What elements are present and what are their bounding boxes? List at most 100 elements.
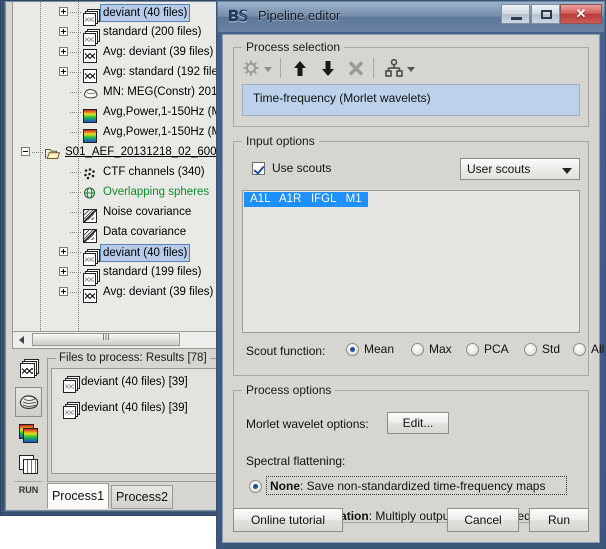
spectral-option-none-rest: : Save non-standardized time-frequency m… (300, 479, 545, 493)
tree-node[interactable]: deviant (40 files) (13, 2, 225, 22)
tree-node[interactable]: Data covariance (13, 222, 225, 242)
scrollbar-thumb[interactable] (32, 333, 180, 346)
tree-connector (70, 192, 81, 193)
tree-node[interactable]: deviant (40 files) (13, 242, 225, 262)
tree-node[interactable]: standard (200 files) (13, 22, 225, 42)
sidebar-item-matrix[interactable] (15, 449, 42, 479)
tab-process2[interactable]: Process2 (111, 485, 173, 509)
scout-function-radio-std[interactable] (524, 343, 537, 356)
tree-node[interactable]: CTF channels (340) (13, 162, 225, 182)
tree-connector (70, 212, 81, 213)
use-scouts-checkbox[interactable] (252, 162, 265, 175)
tree-node[interactable]: Overlapping spheres (13, 182, 225, 202)
main-window-client: deviant (40 files)standard (200 files)Av… (5, 1, 222, 511)
tree-connector (32, 152, 43, 153)
tree-node[interactable]: Avg: standard (192 files) (13, 62, 225, 82)
tree-connector (70, 92, 81, 93)
process-options-legend: Process options (242, 383, 335, 397)
tree-expander[interactable] (59, 267, 68, 276)
tree-connector (70, 252, 81, 253)
tree-node[interactable]: MN: MEG(Constr) 2016 (13, 82, 225, 102)
tree-node-label: CTF channels (340) (103, 162, 205, 182)
tree-connector (70, 172, 81, 173)
cortex-icon (83, 88, 99, 100)
scout-function-label-mean: Mean (364, 342, 394, 356)
scout-function-radio-max[interactable] (411, 343, 424, 356)
file-list-item-label: deviant (40 files) [39] (81, 376, 188, 388)
process-list[interactable]: Time-frequency (Morlet wavelets) (242, 84, 580, 116)
recording-icon (83, 287, 97, 301)
sidebar-item-sources[interactable] (15, 387, 42, 417)
run-button[interactable]: Run (529, 508, 589, 532)
tree-node[interactable]: Noise covariance (13, 202, 225, 222)
spectral-radio-none[interactable] (249, 480, 262, 493)
recordings-stack-icon (83, 247, 97, 261)
process-list-item[interactable]: Time-frequency (Morlet wavelets) (253, 91, 431, 105)
tree-expander[interactable] (59, 247, 68, 256)
database-tree[interactable]: deviant (40 files)standard (200 files)Av… (12, 2, 226, 332)
move-down-icon[interactable] (320, 60, 336, 82)
scouts-source-value: User scouts (467, 162, 530, 176)
pipeline-dropdown-caret-icon[interactable] (407, 67, 415, 72)
tab-process1[interactable]: Process1 (47, 483, 109, 509)
tree-connector (70, 272, 81, 273)
scout-function-radio-pca[interactable] (466, 343, 479, 356)
delete-x-icon[interactable] (347, 60, 365, 82)
toolbar-separator-2 (373, 58, 374, 78)
tree-node[interactable]: Avg: deviant (39 files) (13, 42, 225, 62)
tree-node-label: Overlapping spheres (103, 182, 209, 202)
minimize-button[interactable] (501, 4, 530, 24)
tree-expander[interactable] (59, 47, 68, 56)
recordings-stack-icon (83, 267, 97, 281)
scouts-list[interactable]: A1L A1R IFGL M1 (242, 190, 580, 333)
recording-icon (83, 67, 97, 81)
scouts-source-dropdown[interactable]: User scouts (460, 158, 580, 180)
maximize-button[interactable] (531, 4, 560, 24)
screen: deviant (40 files)standard (200 files)Av… (0, 0, 606, 549)
process-selection-group: Process selection (233, 47, 589, 127)
tree-expander[interactable] (59, 287, 68, 296)
sidebar-item-timefreq[interactable] (15, 418, 42, 448)
close-icon: ✕ (561, 6, 601, 22)
tree-node[interactable]: Avg,Power,1-150Hz (ME (13, 122, 225, 142)
use-scouts-label: Use scouts (272, 161, 331, 175)
run-label: RUN (12, 485, 45, 495)
tree-connector (70, 232, 81, 233)
tree-connector (70, 32, 81, 33)
tree-node-label: Avg: deviant (39 files) (103, 282, 213, 302)
scout-function-radio-mean[interactable] (346, 343, 359, 356)
tree-node[interactable]: Avg: deviant (39 files) (13, 282, 225, 302)
edit-button[interactable]: Edit... (387, 412, 449, 434)
online-tutorial-button[interactable]: Online tutorial (233, 508, 343, 532)
file-list-item[interactable]: deviant (40 files) [39] (52, 369, 226, 395)
tree-horizontal-scrollbar[interactable] (12, 332, 226, 349)
tree-expander[interactable] (59, 67, 68, 76)
cancel-button[interactable]: Cancel (447, 508, 519, 532)
scroll-left-arrow-icon[interactable] (14, 333, 28, 346)
file-list-item[interactable]: deviant (40 files) [39] (52, 395, 226, 421)
gear-dropdown-caret-icon[interactable] (264, 67, 272, 72)
spectral-option-none-label: None: Save non-standardized time-frequen… (270, 479, 545, 493)
morlet-options-label: Morlet wavelet options: (246, 417, 369, 431)
gear-icon[interactable] (242, 59, 262, 79)
dialog-titlebar[interactable]: 𝐁𝕊 Pipeline editor ✕ (218, 2, 604, 32)
tree-expander[interactable] (59, 7, 68, 16)
close-button[interactable]: ✕ (560, 4, 602, 24)
process-type-toolbar: RUN (12, 354, 45, 488)
pipeline-tree-icon[interactable] (384, 59, 404, 84)
dialog-title: Pipeline editor (258, 8, 340, 23)
tree-connector (70, 292, 81, 293)
move-up-icon[interactable] (292, 60, 308, 82)
tree-connector (70, 12, 81, 13)
tree-node[interactable]: standard (199 files) (13, 262, 225, 282)
scouts-selected-item[interactable]: A1L A1R IFGL M1 (244, 192, 368, 207)
tree-expander[interactable] (59, 27, 68, 36)
scout-function-radio-all[interactable] (573, 343, 586, 356)
tree-node[interactable]: S01_AEF_20131218_02_600 (13, 142, 225, 162)
sidebar-item-recordings[interactable] (15, 356, 42, 386)
tree-connector (70, 72, 81, 73)
tree-expander[interactable] (21, 147, 30, 156)
tree-node[interactable]: Avg,Power,1-150Hz (ME (13, 102, 225, 122)
files-to-process-list[interactable]: deviant (40 files) [39] deviant (40 files… (51, 368, 227, 474)
toolbar-separator-1 (280, 58, 281, 78)
